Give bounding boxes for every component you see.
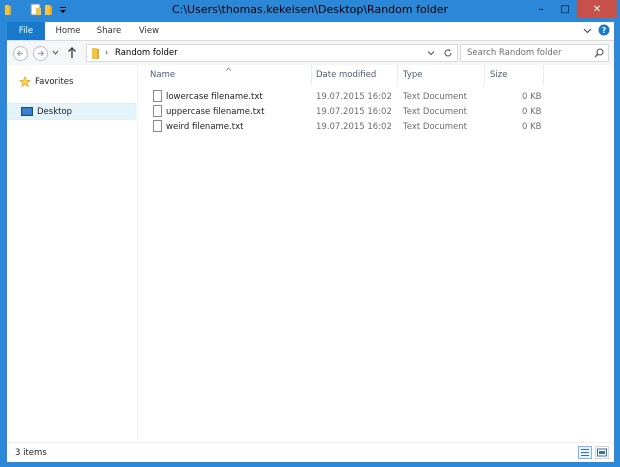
help-icon[interactable]: ? [598, 24, 610, 39]
item-count: 3 items [15, 448, 47, 458]
breadcrumb-separator-icon[interactable]: › [105, 48, 108, 57]
tab-view[interactable]: View [133, 22, 165, 40]
ribbon-right-controls: ? [583, 24, 610, 39]
folder-icon [91, 47, 104, 63]
file-type: Text Document [403, 107, 467, 117]
address-bar[interactable]: › Random folder [86, 44, 458, 62]
minimize-button[interactable]: – [529, 0, 553, 18]
details-view-button[interactable] [578, 446, 592, 459]
file-size: 0 KB [522, 92, 542, 102]
search-input[interactable]: Search Random folder [467, 48, 561, 58]
sidebar-item-desktop[interactable]: Desktop [7, 103, 136, 120]
column-divider[interactable] [311, 65, 312, 85]
up-arrow-icon[interactable] [67, 46, 77, 62]
file-list: Name Date modified Type Size lowercase f… [138, 65, 614, 442]
file-size: 0 KB [522, 122, 542, 132]
column-divider[interactable] [397, 65, 398, 85]
text-file-icon [153, 90, 162, 102]
column-divider[interactable] [484, 65, 485, 85]
table-row[interactable]: weird filename.txt 19.07.2015 16:02 Text… [148, 120, 548, 135]
sidebar-item-label: Desktop [37, 106, 73, 117]
text-file-icon [153, 120, 162, 132]
tab-share[interactable]: Share [91, 22, 127, 40]
file-date: 19.07.2015 16:02 [316, 92, 392, 102]
large-icons-view-icon [597, 448, 607, 457]
file-size: 0 KB [522, 107, 542, 117]
file-type: Text Document [403, 122, 467, 132]
large-icons-view-button[interactable] [595, 446, 609, 459]
status-bar: 3 items [7, 442, 614, 462]
table-row[interactable]: uppercase filename.txt 19.07.2015 16:02 … [148, 105, 548, 120]
back-button[interactable] [13, 46, 28, 61]
expand-ribbon-icon[interactable] [583, 26, 592, 38]
window-controls: – □ ✕ [529, 0, 617, 18]
column-header-size[interactable]: Size [490, 70, 507, 80]
close-button[interactable]: ✕ [577, 0, 617, 18]
column-divider[interactable] [543, 65, 544, 85]
file-type: Text Document [403, 92, 467, 102]
breadcrumb-random-folder[interactable]: Random folder [115, 48, 178, 58]
content-area: Favorites Desktop Name Date modified Typ… [7, 65, 614, 442]
file-name: uppercase filename.txt [166, 107, 265, 117]
file-name: weird filename.txt [166, 122, 244, 132]
title-bar: C:\Users\thomas.kekeisen\Desktop\Random … [0, 0, 620, 22]
table-row[interactable]: lowercase filename.txt 19.07.2015 16:02 … [148, 90, 548, 105]
desktop-icon [21, 106, 33, 117]
column-header-type[interactable]: Type [403, 70, 423, 80]
file-name: lowercase filename.txt [166, 92, 263, 102]
sidebar-item-favorites[interactable]: Favorites [7, 73, 136, 90]
star-icon [19, 75, 31, 88]
search-icon[interactable] [594, 48, 604, 61]
arrow-right-icon [38, 50, 45, 57]
column-header-date-modified[interactable]: Date modified [316, 70, 376, 80]
navigation-bar: › Random folder Search Random folder [7, 40, 614, 65]
chevron-down-icon[interactable] [427, 49, 435, 60]
refresh-icon[interactable] [443, 48, 453, 61]
sort-ascending-icon [225, 65, 232, 75]
file-date: 19.07.2015 16:02 [316, 122, 392, 132]
forward-button[interactable] [33, 46, 48, 61]
text-file-icon [153, 105, 162, 117]
column-header-name[interactable]: Name [150, 70, 175, 80]
window-title: C:\Users\thomas.kekeisen\Desktop\Random … [171, 3, 449, 16]
tab-file[interactable]: File [7, 22, 45, 40]
ribbon-tabs: File Home Share View ? [7, 22, 614, 40]
navigation-pane: Favorites Desktop [7, 65, 138, 442]
svg-text:?: ? [602, 26, 607, 35]
explorer-window: C:\Users\thomas.kekeisen\Desktop\Random … [0, 0, 620, 467]
file-date: 19.07.2015 16:02 [316, 107, 392, 117]
arrow-left-icon [16, 50, 23, 57]
details-view-icon [581, 449, 589, 456]
maximize-button[interactable]: □ [553, 0, 577, 18]
sidebar-item-label: Favorites [35, 76, 74, 87]
tab-home[interactable]: Home [51, 22, 85, 40]
search-box[interactable]: Search Random folder [460, 44, 609, 62]
recent-locations-icon[interactable] [52, 48, 59, 60]
